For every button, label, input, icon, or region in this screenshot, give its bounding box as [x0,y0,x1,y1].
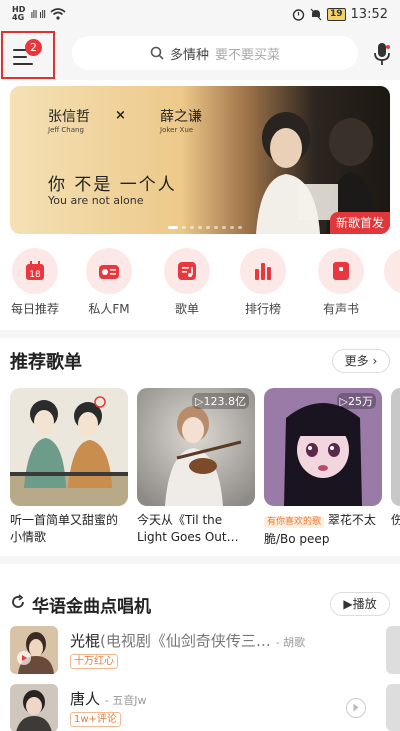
playlist-card[interactable]: ▷123.8亿 今天从《Til the Light Goes Out… [137,388,255,546]
chart-button[interactable]: 排行榜 [228,248,298,317]
playlist-card[interactable]: 听一首简单又甜蜜的小情歌 [10,388,128,546]
top-bar: 2 多情种 要不要买菜 [0,28,400,80]
ranking-icon [240,248,286,294]
refresh-icon[interactable] [10,594,26,610]
playlist-cover: ▷123.8亿 [137,388,255,506]
promo-banner[interactable]: 张信哲 Jeff Chang × 薛之谦 Joker Xue 你 不是 一个人 … [10,86,390,234]
book-icon [318,248,364,294]
song-row[interactable]: 唐人 - 五音Jw 1w+评论 [10,684,400,731]
private-fm-button[interactable]: 私人FM [74,248,144,317]
chart-label: 排行榜 [244,302,281,316]
song-title: 唐人 - 五音Jw [70,690,147,708]
private-fm-label: 私人FM [88,302,130,316]
song-row[interactable]: 光棍(电视剧《仙剑奇侠传三… - 胡歌 十万红心 [10,626,400,678]
song-title: 光棍(电视剧《仙剑奇侠传三… - 胡歌 [70,632,306,650]
playlist-title: 伤 [391,513,400,527]
search-keyword: 多情种 [169,47,209,63]
daily-recommend-label: 每日推荐 [10,302,59,316]
playlist-title: 听一首简单又甜蜜的小情歌 [10,513,119,544]
banner-title: 你 不是 一个人 [48,175,177,195]
play-count: ▷123.8亿 [192,393,249,409]
mute-icon [310,8,322,20]
svg-text:18: 18 [29,270,41,280]
more-button[interactable]: 更多 › [332,349,390,373]
daily-recommend-button[interactable]: 18 每日推荐 [0,248,70,317]
song-thumbnail [10,626,58,674]
next-card-peek [386,626,400,674]
banner-subtitle: You are not alone [48,194,144,207]
play-count: ▷25万 [336,393,376,409]
microphone-icon[interactable] [372,42,392,66]
status-bar: HD 4G ıll ıll 19 13:52 [0,0,400,28]
playlist-cover [10,388,128,506]
playlist-label: 歌单 [174,302,199,316]
signal-icon: ıll ıll [30,7,46,21]
play-all-button[interactable]: ▶播放 [330,592,390,616]
more-entry-peek[interactable] [380,248,400,294]
playlist-tag: 有你喜欢的歌 [264,516,325,528]
playlist-card[interactable]: ▷25万 有你喜欢的歌 翠花不太脆/Bo peep [264,388,382,548]
banner-artist-1: 张信哲 [48,109,90,125]
search-placeholder: 要不要买菜 [215,47,281,63]
playlist-button[interactable]: 歌单 [152,248,222,317]
recommend-title: 推荐歌单 [10,352,82,373]
banner-artist-1-en: Jeff Chang [48,126,84,134]
audiobook-button[interactable]: 有声书 [306,248,376,317]
playlist-card-peek[interactable]: 伤 [391,388,400,529]
alarm-icon [292,8,305,21]
playlist-title: 有你喜欢的歌 翠花不太脆/Bo peep [264,513,376,546]
banner-indicator [168,226,242,229]
quick-entries: 18 每日推荐 私人FM 歌单 排行榜 有声书 [0,248,400,318]
song-badge: 1w+评论 [70,712,121,727]
audiobook-label: 有声书 [322,302,359,316]
menu-button[interactable]: 2 [1,31,55,79]
banner-cross: × [115,108,126,123]
banner-tag: 新歌首发 [330,212,390,234]
banner-artist-2: 薛之谦 [160,109,202,125]
song-thumbnail [10,684,58,731]
playlist-cover: ▷25万 [264,388,382,506]
next-card-peek [386,684,400,731]
chevron-right-icon: › [372,354,378,368]
notification-badge: 2 [25,39,42,56]
playlist-title: 今天从《Til the Light Goes Out… [137,513,239,544]
clock: 13:52 [350,6,388,22]
calendar-icon: 18 [12,248,58,294]
radio-icon [86,248,132,294]
divider [0,556,400,564]
divider [0,330,400,338]
network-type: HD 4G [12,5,26,22]
search-bar[interactable]: 多情种 要不要买菜 [72,36,358,70]
playlist-icon [164,248,210,294]
search-icon [150,46,164,60]
playlist-cover [391,388,400,506]
battery-icon: 19 [327,7,346,21]
song-badge: 十万红心 [70,654,118,669]
wifi-icon [50,8,66,20]
play-icon[interactable] [346,698,366,718]
golden-hits-title: 华语金曲点唱机 [32,597,151,617]
banner-artist-2-en: Joker Xue [160,126,194,134]
